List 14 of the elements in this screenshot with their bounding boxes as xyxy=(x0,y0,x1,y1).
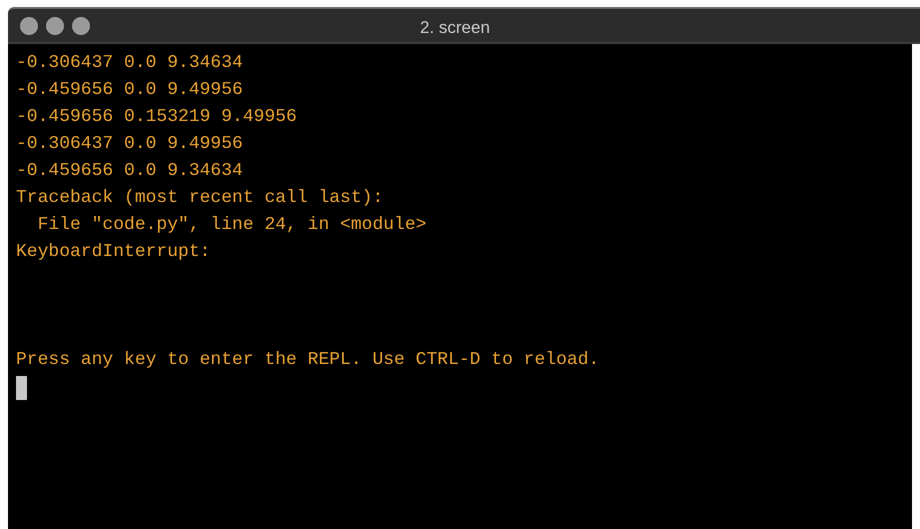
terminal-line: -0.306437 0.0 9.34634 xyxy=(16,52,243,75)
minimize-button[interactable] xyxy=(46,16,64,34)
terminal-line: File "code.py", line 24, in <module> xyxy=(36,214,426,237)
terminal-line: KeyboardInterrupt: xyxy=(16,241,210,264)
close-button[interactable] xyxy=(20,16,38,34)
terminal-line: -0.459656 0.0 9.34634 xyxy=(16,160,243,183)
zoom-button[interactable] xyxy=(72,16,90,34)
text-cursor xyxy=(16,376,27,400)
terminal-line: -0.459656 0.0 9.49956 xyxy=(16,79,243,102)
terminal-line: Traceback (most recent call last): xyxy=(16,187,384,210)
terminal-line: -0.306437 0.0 9.49956 xyxy=(16,133,243,156)
terminal-line: Press any key to enter the REPL. Use CTRL-D to reload. xyxy=(16,349,600,372)
terminal-line: -0.459656 0.153219 9.49956 xyxy=(16,106,297,129)
window-title: 2. screen xyxy=(420,17,490,39)
